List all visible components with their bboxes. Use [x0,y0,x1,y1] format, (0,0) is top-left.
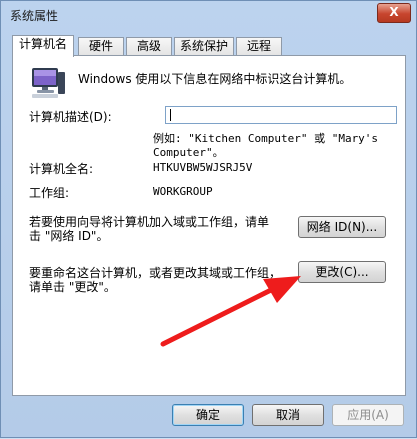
system-properties-window: 系统属性 X 计算机名 硬件 高级 系统保护 远程 Windows 使用以下信息… [0,0,417,438]
ok-button[interactable]: 确定 [172,404,244,426]
title-bar[interactable]: 系统属性 X [1,1,416,29]
cancel-button[interactable]: 取消 [252,404,324,426]
close-button[interactable]: X [377,3,411,23]
close-icon: X [389,5,399,19]
rename-instructions-line2: 请单击 "更改"。 [29,280,116,294]
text-caret [170,109,171,121]
window-title: 系统属性 [10,9,59,23]
tab-system-protection[interactable]: 系统保护 [174,37,234,55]
workgroup-value: WORKGROUP [153,185,213,198]
example-text-line2: Computer"。 [153,146,224,159]
description-label: 计算机描述(D): [29,110,112,124]
computer-icon [32,68,65,98]
tab-label: 硬件 [88,39,113,53]
computer-name-panel: Windows 使用以下信息在网络中标识这台计算机。 计算机描述(D): 例如:… [12,55,406,396]
tab-label: 远程 [246,39,271,53]
intro-text: Windows 使用以下信息在网络中标识这台计算机。 [78,72,352,86]
tab-hardware[interactable]: 硬件 [78,37,124,55]
tab-advanced[interactable]: 高级 [126,37,172,55]
change-button[interactable]: 更改(C)... [298,261,386,283]
tab-computer-name[interactable]: 计算机名 [12,35,74,57]
full-name-value: HTKUVBW5WJSRJ5V [153,161,253,174]
tab-remote[interactable]: 远程 [236,37,282,55]
computer-description-input[interactable] [165,106,397,124]
network-id-button[interactable]: 网络 ID(N)... [298,216,386,238]
workgroup-label: 工作组: [29,186,70,200]
tab-label: 系统保护 [179,39,228,53]
network-id-instructions-line2: 击 "网络 ID"。 [29,229,109,243]
tab-label: 计算机名 [18,37,67,51]
apply-button[interactable]: 应用(A) [332,404,404,426]
full-name-label: 计算机全名: [29,162,94,176]
tab-label: 高级 [136,39,161,53]
